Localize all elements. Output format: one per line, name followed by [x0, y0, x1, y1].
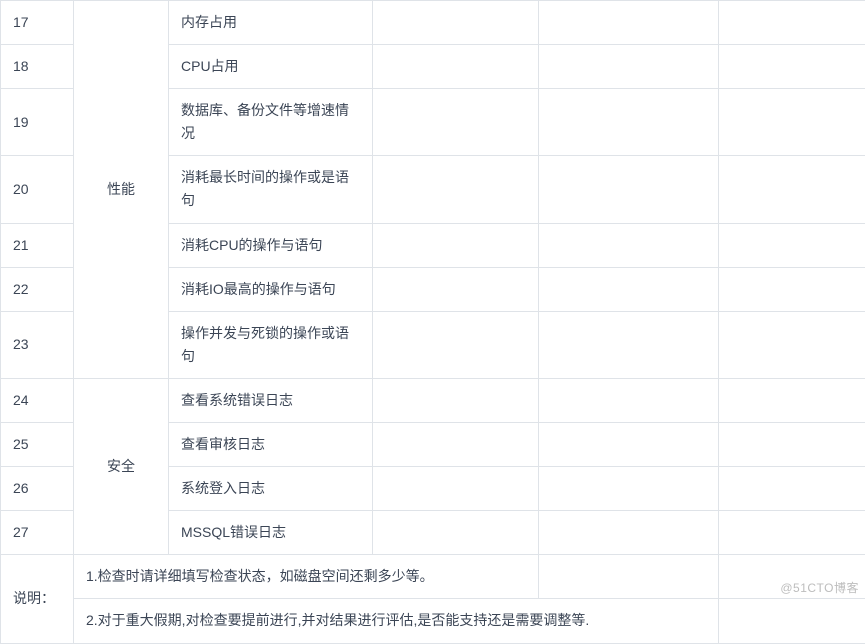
blank-cell	[719, 267, 865, 311]
blank-cell	[373, 89, 539, 156]
blank-cell	[539, 555, 719, 599]
row-number: 17	[1, 1, 74, 45]
blank-cell	[373, 45, 539, 89]
blank-cell	[539, 311, 719, 378]
blank-cell	[719, 156, 865, 223]
notes-row: 2.对于重大假期,对检查要提前进行,并对结果进行评估,是否能支持还是需要调整等.	[1, 599, 865, 643]
blank-cell	[539, 511, 719, 555]
notes-row: 说明： 1.检查时请详细填写检查状态，如磁盘空间还剩多少等。	[1, 555, 865, 599]
note-text-1: 1.检查时请详细填写检查状态，如磁盘空间还剩多少等。	[74, 555, 539, 599]
table-row: 17 性能 内存占用	[1, 1, 865, 45]
category-security: 安全	[74, 378, 169, 554]
blank-cell	[719, 423, 865, 467]
note-text-2: 2.对于重大假期,对检查要提前进行,并对结果进行评估,是否能支持还是需要调整等.	[74, 599, 719, 643]
blank-cell	[539, 1, 719, 45]
blank-cell	[719, 311, 865, 378]
blank-cell	[719, 467, 865, 511]
blank-cell	[539, 267, 719, 311]
row-number: 24	[1, 378, 74, 422]
blank-cell	[539, 89, 719, 156]
blank-cell	[373, 1, 539, 45]
blank-cell	[373, 511, 539, 555]
watermark: @51CTO博客	[780, 579, 859, 596]
blank-cell	[539, 467, 719, 511]
check-item: 消耗IO最高的操作与语句	[169, 267, 373, 311]
check-item: 系统登入日志	[169, 467, 373, 511]
blank-cell	[373, 467, 539, 511]
blank-cell	[373, 423, 539, 467]
row-number: 19	[1, 89, 74, 156]
row-number: 25	[1, 423, 74, 467]
blank-cell	[539, 156, 719, 223]
blank-cell	[373, 267, 539, 311]
row-number: 27	[1, 511, 74, 555]
blank-cell	[719, 89, 865, 156]
blank-cell	[539, 423, 719, 467]
check-item: 消耗CPU的操作与语句	[169, 223, 373, 267]
row-number: 26	[1, 467, 74, 511]
blank-cell	[373, 311, 539, 378]
table-row: 24 安全 查看系统错误日志	[1, 378, 865, 422]
blank-cell	[373, 156, 539, 223]
check-item: 消耗最长时间的操作或是语句	[169, 156, 373, 223]
check-item: 数据库、备份文件等增速情况	[169, 89, 373, 156]
check-item: 查看审核日志	[169, 423, 373, 467]
blank-cell	[539, 378, 719, 422]
blank-cell	[719, 1, 865, 45]
blank-cell	[719, 223, 865, 267]
blank-cell	[719, 378, 865, 422]
blank-cell	[719, 511, 865, 555]
check-item: MSSQL错误日志	[169, 511, 373, 555]
row-number: 20	[1, 156, 74, 223]
row-number: 23	[1, 311, 74, 378]
check-item: 内存占用	[169, 1, 373, 45]
category-performance: 性能	[74, 1, 169, 379]
notes-label: 说明：	[1, 555, 74, 643]
blank-cell	[373, 378, 539, 422]
blank-cell	[373, 223, 539, 267]
blank-cell	[719, 599, 865, 643]
checklist-table: 17 性能 内存占用 18 CPU占用 19 数据库、备份文件等增速情况 20 …	[0, 0, 865, 644]
check-item: 操作并发与死锁的操作或语句	[169, 311, 373, 378]
row-number: 18	[1, 45, 74, 89]
blank-cell	[539, 223, 719, 267]
row-number: 22	[1, 267, 74, 311]
check-item: CPU占用	[169, 45, 373, 89]
row-number: 21	[1, 223, 74, 267]
check-item: 查看系统错误日志	[169, 378, 373, 422]
blank-cell	[539, 45, 719, 89]
blank-cell	[719, 45, 865, 89]
